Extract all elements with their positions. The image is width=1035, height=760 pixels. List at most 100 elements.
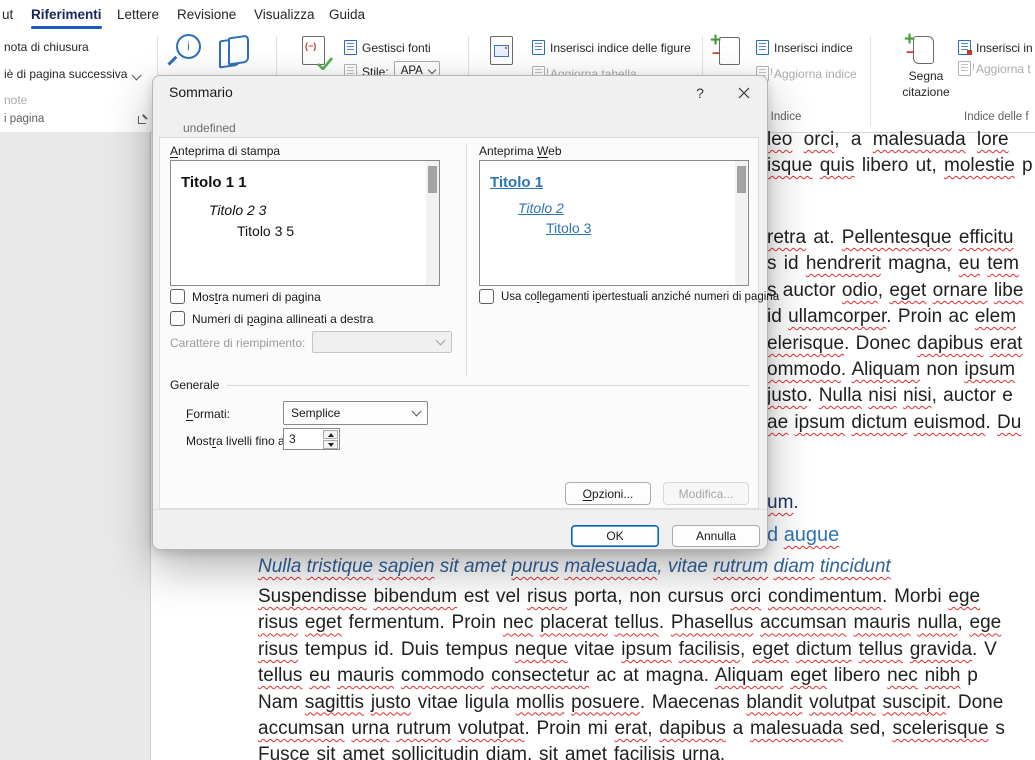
misspelled-word: hendrerit xyxy=(806,253,881,274)
magnifier-handle xyxy=(167,56,177,66)
misspelled-word: risus xyxy=(258,639,298,660)
misspelled-word: ommodo xyxy=(767,359,841,380)
misspelled-word: sapien xyxy=(378,556,434,577)
print-preview-scrollbar[interactable] xyxy=(426,161,439,285)
misspelled-word: consectetur xyxy=(491,665,589,686)
dialog-launcher-icon[interactable] xyxy=(138,113,149,124)
chevron-down-icon xyxy=(428,66,436,74)
dialog-tab-indice[interactable]: undefined xyxy=(170,117,249,139)
misspelled-word: nulla xyxy=(917,612,957,633)
show-page-numbers-row[interactable]: Mostra numeri di pagina xyxy=(170,289,321,304)
show-levels-spinner[interactable]: 3 xyxy=(283,428,340,450)
misspelled-word: odio xyxy=(842,280,878,301)
misspelled-word: tristique xyxy=(307,556,374,577)
misspelled-word: rutrum xyxy=(713,556,768,577)
scrollbar-thumb[interactable] xyxy=(737,166,746,193)
dialog-title: Sommario xyxy=(169,84,233,100)
print-preview-item: Titolo 1 1 xyxy=(181,174,439,191)
ribbon-tab-visualizza[interactable]: Visualizza xyxy=(254,0,315,30)
next-footnote-button[interactable]: iè di pagina successiva xyxy=(4,67,127,81)
use-hyperlinks-row[interactable]: Usa collegamenti ipertestuali anziché nu… xyxy=(479,289,779,304)
misspelled-word: Nulla xyxy=(819,385,862,406)
misspelled-word: erat xyxy=(614,718,647,739)
spinner-down-button[interactable] xyxy=(323,440,338,449)
web-preview-box[interactable]: Titolo 1Titolo 2Titolo 3 xyxy=(479,160,749,286)
researcher-icon[interactable] xyxy=(218,36,250,66)
document-text-line: risus eget fermentum. Proin nec placerat… xyxy=(258,610,1035,636)
misspelled-word: Du xyxy=(997,412,1021,433)
help-button[interactable]: ? xyxy=(689,82,711,104)
misspelled-word: tellus xyxy=(615,612,659,633)
right-align-numbers-label: Numeri di pagina allineati a destra xyxy=(192,312,373,326)
misspelled-word: erat xyxy=(990,333,1023,354)
right-align-numbers-checkbox[interactable] xyxy=(170,311,185,326)
show-page-numbers-label: Mostra numeri di pagina xyxy=(192,290,321,304)
ribbon-tab-revisione[interactable]: Revisione xyxy=(177,0,236,30)
misspelled-word: blandit xyxy=(746,692,802,713)
misspelled-word: molestie xyxy=(944,155,1015,176)
misspelled-word: Nulla xyxy=(258,556,301,577)
formats-select[interactable]: Semplice xyxy=(283,401,428,425)
show-levels-value: 3 xyxy=(289,432,296,446)
misspelled-word: urna xyxy=(682,744,720,760)
print-preview-box[interactable]: Titolo 1 1Titolo 2 3Titolo 3 5 xyxy=(170,160,440,286)
misspelled-word: leo xyxy=(767,129,792,150)
ok-button[interactable]: OK xyxy=(571,525,659,547)
misspelled-word: diam xyxy=(486,744,527,760)
misspelled-word: tellus xyxy=(859,639,903,660)
ribbon-tab-riferimenti[interactable]: Riferimenti xyxy=(31,0,102,30)
insert-index-big-icon[interactable]: +− xyxy=(710,34,742,72)
misspelled-word: eget xyxy=(752,639,789,660)
misspelled-word: accumsan xyxy=(258,718,345,739)
misspelled-word: mauris xyxy=(853,612,910,633)
misspelled-word: ege xyxy=(970,612,1002,633)
right-align-numbers-row[interactable]: Numeri di pagina allineati a destra xyxy=(170,311,373,326)
misspelled-word: nec xyxy=(503,612,534,633)
show-levels-label: Mostra livelli fino a: xyxy=(186,434,288,448)
misspelled-word: tellus xyxy=(258,665,302,686)
document-text-line: tellus eu mauris commodo consectetur ac … xyxy=(258,663,1035,689)
misspelled-word: isque xyxy=(767,155,812,176)
panel-divider xyxy=(466,144,467,376)
heading-fragment: d augue xyxy=(767,524,839,547)
manage-sources-button[interactable]: Gestisci fonti xyxy=(344,40,431,55)
show-page-numbers-checkbox[interactable] xyxy=(170,289,185,304)
web-preview-label: Anteprima Web xyxy=(479,144,562,158)
general-group-header: Generale xyxy=(170,378,750,392)
misspelled-word: eu xyxy=(959,253,980,274)
document-text-line: s id hendrerit magna, eu tem xyxy=(767,253,1019,275)
misspelled-word: rutrum xyxy=(396,718,451,739)
misspelled-word: dapibus xyxy=(917,333,984,354)
misspelled-word: facilisis xyxy=(679,639,740,660)
insert-endnote-button[interactable]: nota di chiusura xyxy=(4,40,89,54)
misspelled-word: suscipit xyxy=(882,692,945,713)
close-button[interactable] xyxy=(731,82,757,104)
ribbon-tab-ut[interactable]: ut xyxy=(2,0,13,30)
smart-lookup-icon[interactable]: i xyxy=(168,34,202,68)
ribbon-tab-guida[interactable]: Guida xyxy=(329,0,365,30)
misspelled-word: mollis xyxy=(516,692,565,713)
insert-figures-index-button[interactable]: Inserisci indice delle figure xyxy=(532,40,691,55)
misspelled-word: eget xyxy=(889,280,926,301)
misspelled-word: Phasellus xyxy=(671,612,753,633)
insert-citation-icon[interactable]: (−) xyxy=(302,36,330,70)
misspelled-word: risus xyxy=(527,586,567,607)
options-button[interactable]: Opzioni... xyxy=(565,482,651,505)
ribbon-tab-lettere[interactable]: Lettere xyxy=(117,0,159,30)
spinner-up-button[interactable] xyxy=(323,430,338,439)
web-preview-scrollbar[interactable] xyxy=(735,161,748,285)
heading-fragment: um. xyxy=(767,492,799,514)
green-check-icon xyxy=(317,57,333,70)
misspelled-word: justo xyxy=(767,385,807,406)
formats-value: Semplice xyxy=(291,406,340,420)
cancel-button[interactable]: Annulla xyxy=(672,525,760,547)
use-hyperlinks-checkbox[interactable] xyxy=(479,289,494,304)
misspelled-word: tem xyxy=(987,253,1019,274)
misspelled-word: risus xyxy=(258,612,298,633)
scrollbar-thumb[interactable] xyxy=(428,166,437,193)
misspelled-word: sagittis xyxy=(305,692,364,713)
sommario-tab-panel: Anteprima di stampa Titolo 1 1Titolo 2 3… xyxy=(159,137,759,509)
insert-caption-icon[interactable] xyxy=(490,36,516,68)
document-text-line: risus tempus id. Duis tempus neque vitae… xyxy=(258,637,1035,663)
insert-figures-index-label: Inserisci indice delle figure xyxy=(550,41,691,55)
